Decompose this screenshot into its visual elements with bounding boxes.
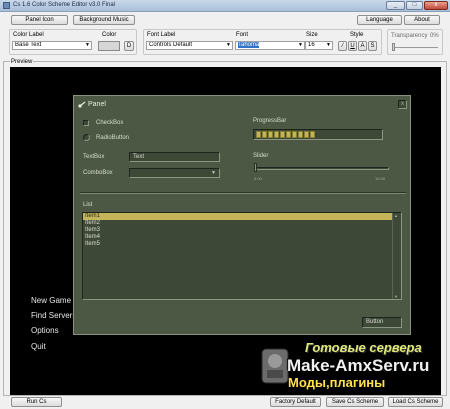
color-label-select[interactable]: Base Text ▼ xyxy=(12,41,92,50)
list-items: Item1 Item2 Item3 Item4 Item5 xyxy=(83,213,393,248)
transparency-caption: Transparency xyxy=(391,33,428,39)
maximize-button[interactable]: □ xyxy=(406,1,423,10)
panel-close-icon[interactable]: x xyxy=(398,100,407,109)
size-value: 16 xyxy=(308,42,315,48)
minimize-button[interactable]: _ xyxy=(386,1,405,10)
combobox-label: ComboBox xyxy=(83,170,113,176)
transparency-value: 0% xyxy=(430,33,439,39)
size-caption: Size xyxy=(306,32,318,38)
radiobutton-label: RadioButton xyxy=(96,135,130,141)
slider-min-label: 0.00 xyxy=(254,176,262,181)
save-scheme-button[interactable]: Save Cs Scheme xyxy=(326,397,384,407)
app-icon xyxy=(3,2,10,9)
language-button[interactable]: Language xyxy=(357,15,402,25)
progressbar-label: ProgressBar xyxy=(253,118,287,124)
panel-button[interactable]: Button xyxy=(362,317,402,328)
list-item[interactable]: Item5 xyxy=(83,241,393,248)
list-scrollbar[interactable]: ▲ ▼ xyxy=(392,213,401,299)
color-swatch[interactable] xyxy=(98,41,120,51)
slider-label: Slider xyxy=(253,153,269,159)
watermark-line2: Make-AmxServ.ru xyxy=(287,356,430,375)
list-item[interactable]: Item2 xyxy=(83,220,393,227)
progress-segment xyxy=(256,131,261,138)
chevron-down-icon: ▼ xyxy=(226,42,231,48)
color-label-value: Base Text xyxy=(15,42,42,48)
chevron-down-icon: ▼ xyxy=(326,42,331,48)
steam-icon xyxy=(78,101,86,108)
list-label: List xyxy=(83,202,93,208)
chevron-down-icon: ▼ xyxy=(298,42,303,48)
slider-track xyxy=(254,167,389,170)
antialias-button[interactable]: A xyxy=(358,41,367,51)
factory-default-button[interactable]: Factory Default xyxy=(270,397,321,407)
checkbox-label: CheckBox xyxy=(96,120,124,126)
progress-segment xyxy=(268,131,273,138)
radiobutton[interactable] xyxy=(83,134,90,141)
progress-segment xyxy=(280,131,285,138)
progress-segment xyxy=(274,131,279,138)
menu-options[interactable]: Options xyxy=(31,326,59,335)
close-button[interactable]: x xyxy=(424,1,448,10)
preview-caption: Preview xyxy=(10,59,34,65)
watermark-line3: Моды,плагины xyxy=(288,375,386,390)
menu-new-game[interactable]: New Game xyxy=(31,296,71,305)
transparency-track xyxy=(392,47,438,48)
title-bar: Cs 1.6 Color Scheme Editor v3.0 Final _ … xyxy=(0,0,450,12)
list-item[interactable]: Item4 xyxy=(83,234,393,241)
slider-max-label: 10.00 xyxy=(375,176,386,181)
textbox[interactable]: Text xyxy=(129,152,220,162)
list-item[interactable]: Item1 xyxy=(83,213,393,220)
size-select[interactable]: 16 ▼ xyxy=(305,41,333,50)
progress-segment xyxy=(310,131,315,138)
window-title: Cs 1.6 Color Scheme Editor v3.0 Final xyxy=(13,2,116,8)
load-scheme-button[interactable]: Load Cs Scheme xyxy=(388,397,443,407)
cs-panel: Panel x CheckBox RadioButton ProgressBar… xyxy=(73,95,411,335)
slider-thumb[interactable] xyxy=(254,163,257,172)
list-item[interactable]: Item3 xyxy=(83,227,393,234)
textbox-label: TextBox xyxy=(83,154,105,160)
font-label-caption: Font Label xyxy=(147,32,176,38)
combobox[interactable]: ▼ xyxy=(129,168,220,178)
color-label-caption: Color Label xyxy=(13,32,44,38)
shadow-button[interactable]: S xyxy=(368,41,377,51)
panel-title: Panel xyxy=(88,101,106,108)
menu-quit[interactable]: Quit xyxy=(31,342,46,351)
progress-segment xyxy=(292,131,297,138)
chevron-down-icon: ▼ xyxy=(85,42,90,48)
pick-color-button[interactable]: D xyxy=(124,41,134,51)
font-select[interactable]: Tahoma ▼ xyxy=(235,41,305,50)
progress-segment xyxy=(298,131,303,138)
divider xyxy=(80,192,406,194)
about-button[interactable]: About xyxy=(404,15,440,25)
transparency-group: Transparency 0% xyxy=(387,29,443,55)
font-label-value: Controls Default xyxy=(149,42,193,48)
font-value: Tahoma xyxy=(238,42,260,48)
underline-button[interactable]: U xyxy=(348,41,357,51)
background-music-button[interactable]: Background Music xyxy=(73,15,135,25)
listbox[interactable]: Item1 Item2 Item3 Item4 Item5 ▲ ▼ xyxy=(82,212,402,300)
transparency-slider-thumb[interactable] xyxy=(392,43,395,51)
font-group: Font Label Controls Default ▼ Font Tahom… xyxy=(143,29,382,55)
font-label-select[interactable]: Controls Default ▼ xyxy=(146,41,233,50)
scroll-down-icon[interactable]: ▼ xyxy=(394,294,398,299)
scroll-up-icon[interactable]: ▲ xyxy=(394,213,398,218)
progress-segment xyxy=(304,131,309,138)
panel-icon-button[interactable]: Panel Icon xyxy=(11,15,68,25)
italic-button[interactable]: / xyxy=(338,41,347,51)
chevron-down-icon: ▼ xyxy=(211,170,216,176)
font-caption: Font xyxy=(236,32,249,38)
color-group: Color Label Base Text ▼ Color D xyxy=(9,29,137,55)
style-caption: Style xyxy=(350,32,364,38)
progressbar xyxy=(253,129,383,140)
run-cs-button[interactable]: Run Cs xyxy=(11,397,62,407)
checkbox[interactable] xyxy=(83,120,89,126)
menu-find-servers[interactable]: Find Servers xyxy=(31,311,76,320)
progress-segment xyxy=(262,131,267,138)
watermark-line1: Готовые сервера xyxy=(305,340,422,355)
color-caption: Color xyxy=(102,32,117,38)
progress-segment xyxy=(286,131,291,138)
